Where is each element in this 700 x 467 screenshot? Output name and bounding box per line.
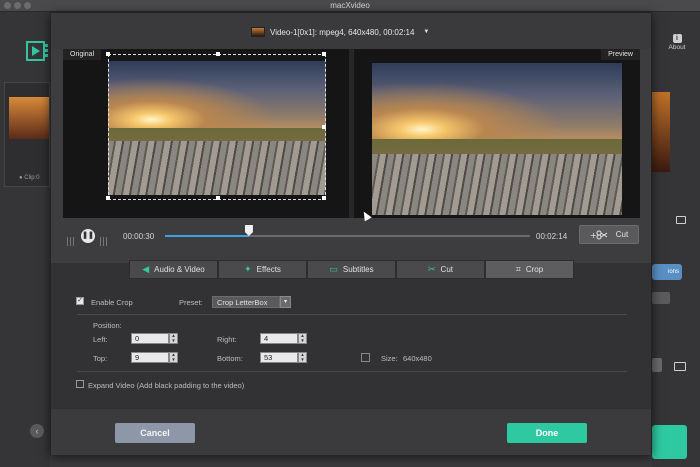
- pause-button[interactable]: ❚❚: [81, 229, 95, 243]
- top-label: Top:: [93, 354, 108, 363]
- scissors-plus-icon: +: [590, 230, 608, 240]
- speaker-icon: ◀: [142, 264, 150, 274]
- right-label: Right:: [217, 335, 237, 344]
- divider: [77, 314, 627, 315]
- crop-handle[interactable]: [106, 52, 110, 56]
- tab-subtitles[interactable]: ▭ Subtitles: [307, 260, 396, 279]
- clip-card[interactable]: ● Clip:0: [4, 82, 50, 187]
- enable-crop-label: Enable Crop: [91, 298, 133, 307]
- magic-wand-icon: ✦: [244, 264, 252, 274]
- size-label: Size:: [381, 354, 398, 363]
- cancel-button[interactable]: Cancel: [115, 423, 195, 443]
- back-arrow-icon[interactable]: ‹: [30, 424, 44, 438]
- bottom-stepper[interactable]: ▲ ▼: [298, 352, 307, 363]
- preset-select[interactable]: Crop LetterBox: [212, 296, 280, 308]
- resize-icon: [361, 353, 370, 362]
- clip-label: ● Clip:0: [19, 175, 40, 181]
- left-stepper[interactable]: ▲ ▼: [169, 333, 178, 344]
- about-button[interactable]: i About: [662, 34, 692, 51]
- crop-handle[interactable]: [106, 196, 110, 200]
- svg-text:+: +: [590, 231, 597, 240]
- film-thumbnail-icon: [251, 27, 265, 37]
- expand-video-label: Expand Video (Add black padding to the v…: [88, 381, 245, 390]
- title-bar: macXvideo: [0, 0, 700, 12]
- left-label: Left:: [93, 335, 108, 344]
- caret-down-icon: ▼: [423, 29, 430, 35]
- chevron-down-icon[interactable]: ▾: [280, 296, 291, 308]
- current-time: 00:00:30: [123, 232, 155, 241]
- main-right-panel: i About ions: [652, 12, 700, 467]
- preview-pane: Preview: [354, 49, 640, 218]
- original-label: Original: [63, 49, 102, 60]
- crop-handle[interactable]: [216, 52, 220, 56]
- expand-video-checkbox[interactable]: [76, 380, 84, 388]
- tab-cut[interactable]: ✂ Cut: [396, 260, 485, 279]
- crop-selection-box[interactable]: [106, 52, 326, 200]
- original-pane: Original: [63, 49, 349, 218]
- run-button[interactable]: [652, 425, 687, 459]
- grip-icon: [67, 237, 76, 246]
- output-folder-icon[interactable]: [674, 362, 686, 371]
- app-root: macXvideo ● Clip:0 i About ions ‹ Video-…: [0, 0, 700, 467]
- app-title: macXvideo: [330, 1, 370, 10]
- cut-button-label: Cut: [615, 230, 629, 239]
- tab-label: Subtitles: [342, 265, 374, 274]
- background-thumbnail: [652, 92, 670, 172]
- tab-effects[interactable]: ✦ Effects: [218, 260, 307, 279]
- tab-label: Audio & Video: [154, 265, 205, 274]
- folder-icon[interactable]: [676, 216, 686, 224]
- info-icon: i: [672, 34, 682, 43]
- clip-thumbnail: [9, 97, 49, 139]
- size-value: 640x480: [403, 354, 432, 363]
- preview-video-frame: [372, 63, 622, 215]
- tab-label: Effects: [256, 265, 281, 274]
- left-input[interactable]: 0: [131, 333, 169, 344]
- timeline-track[interactable]: [165, 235, 530, 237]
- tab-crop[interactable]: ⌗ Crop: [485, 260, 574, 279]
- cut-button[interactable]: + Cut: [579, 225, 639, 244]
- bottom-label: Bottom:: [217, 354, 243, 363]
- dialog-toolbar: Video-1[0x1]: mpeg4, 640x480, 00:02:14 ▼: [51, 13, 651, 49]
- grip-icon: [100, 237, 109, 246]
- subtitles-icon: ▭: [329, 264, 338, 274]
- bottom-input[interactable]: 53: [260, 352, 298, 363]
- crop-handle[interactable]: [322, 125, 326, 129]
- preview-label: Preview: [601, 49, 640, 60]
- background-dropdown[interactable]: [652, 292, 670, 304]
- top-stepper[interactable]: ▲ ▼: [169, 352, 178, 363]
- tab-bar: ◀ Audio & Video ✦ Effects ▭ Subtitles ✂ …: [129, 260, 574, 279]
- tab-audio-video[interactable]: ◀ Audio & Video: [129, 260, 218, 279]
- right-input[interactable]: 4: [260, 333, 298, 344]
- main-sidebar: ● Clip:0: [0, 12, 50, 467]
- options-button[interactable]: ions: [652, 264, 682, 280]
- about-label: About: [668, 44, 686, 51]
- tab-label: Crop: [525, 265, 544, 274]
- video-track-selector[interactable]: Video-1[0x1]: mpeg4, 640x480, 00:02:14 ▼: [251, 26, 429, 38]
- app-logo-icon: [26, 41, 48, 61]
- timeline-progress: [165, 235, 249, 237]
- background-stepper[interactable]: [652, 358, 662, 372]
- enable-crop-checkbox[interactable]: ✓: [76, 297, 84, 305]
- crop-handle[interactable]: [322, 196, 326, 200]
- video-track-label: Video-1[0x1]: mpeg4, 640x480, 00:02:14: [270, 27, 415, 37]
- crop-handle[interactable]: [216, 196, 220, 200]
- top-input[interactable]: 9: [131, 352, 169, 363]
- position-label: Position:: [93, 321, 122, 330]
- end-time: 00:02:14: [536, 232, 568, 241]
- right-stepper[interactable]: ▲ ▼: [298, 333, 307, 344]
- scissors-icon: ✂: [428, 264, 436, 274]
- crop-handle[interactable]: [322, 52, 326, 56]
- crop-icon: ⌗: [515, 264, 521, 274]
- preset-label: Preset:: [179, 298, 203, 307]
- tab-label: Cut: [440, 265, 453, 274]
- done-button[interactable]: Done: [507, 423, 587, 443]
- edit-dialog: Video-1[0x1]: mpeg4, 640x480, 00:02:14 ▼…: [50, 12, 652, 455]
- divider: [77, 371, 627, 372]
